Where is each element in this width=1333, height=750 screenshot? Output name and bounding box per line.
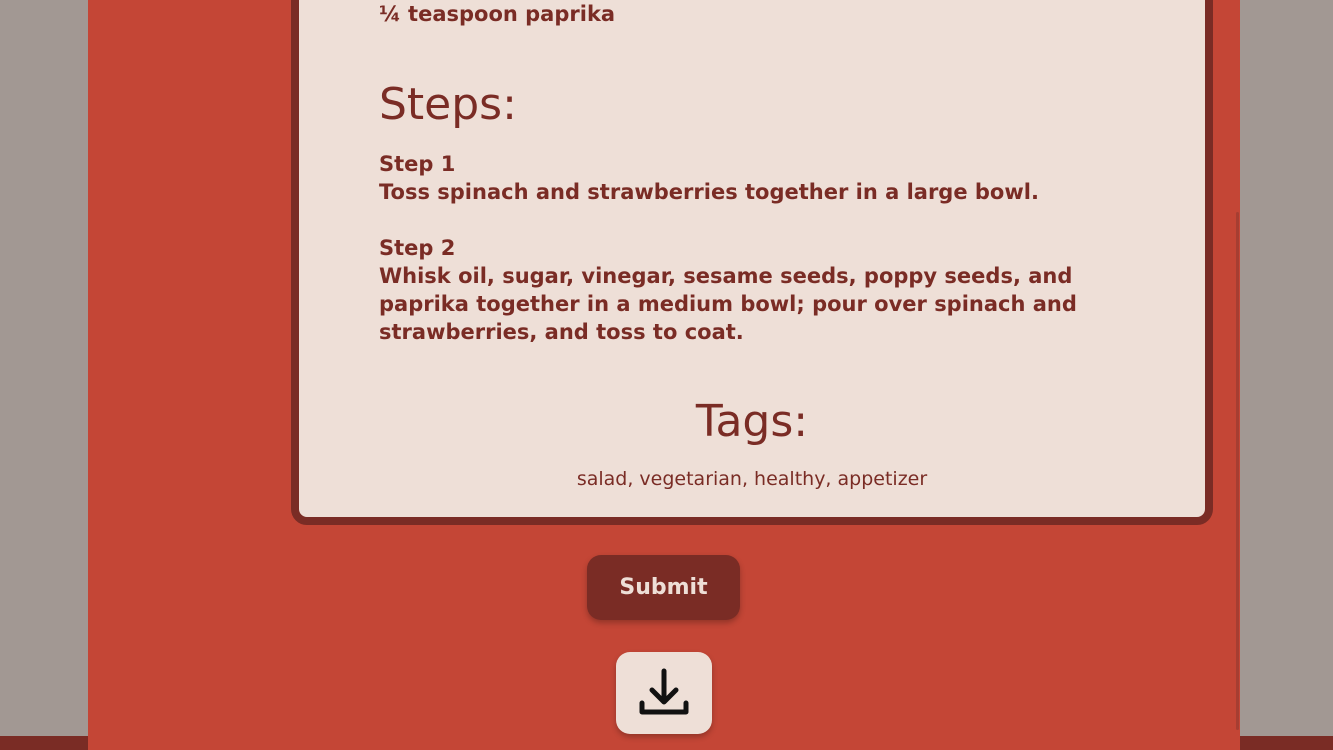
tags-heading: Tags:	[695, 396, 809, 447]
submit-button[interactable]: Submit	[587, 555, 740, 620]
content-viewport: ¼ teaspoon paprika Steps: Step 1 Toss sp…	[88, 0, 1240, 750]
step-text: Toss spinach and strawberries together i…	[379, 180, 1039, 204]
step-title: Step 2	[379, 236, 456, 260]
step-text: Whisk oil, sugar, vinegar, sesame seeds,…	[379, 264, 1077, 344]
step-item: Step 1 Toss spinach and strawberries tog…	[379, 150, 1099, 206]
step-title: Step 1	[379, 152, 456, 176]
recipe-card: ¼ teaspoon paprika Steps: Step 1 Toss sp…	[291, 0, 1213, 525]
step-item: Step 2 Whisk oil, sugar, vinegar, sesame…	[379, 234, 1099, 346]
tags-list: salad, vegetarian, healthy, appetizer	[576, 468, 928, 490]
download-icon	[636, 665, 692, 721]
ingredient-item: ¼ teaspoon paprika	[379, 2, 616, 26]
steps-heading: Steps:	[379, 79, 517, 130]
download-button[interactable]	[616, 652, 712, 734]
